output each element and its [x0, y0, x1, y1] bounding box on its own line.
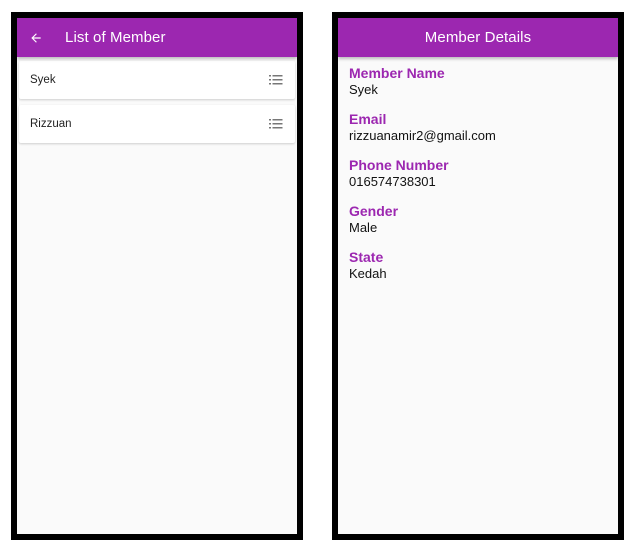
- field-label: Member Name: [349, 65, 445, 81]
- state-field: State Kedah: [349, 249, 607, 282]
- detail-screen: Member Details Member Name Syek Email ri…: [338, 18, 618, 534]
- field-label: Gender: [349, 203, 399, 219]
- detail-page-title: Member Details: [424, 29, 532, 46]
- field-value: 016574738301: [349, 174, 436, 189]
- gender-field: Gender Male: [349, 203, 607, 236]
- field-value: Male: [349, 220, 378, 235]
- field-label: Phone Number: [349, 157, 449, 173]
- member-name-label: Rizzuan: [30, 118, 72, 130]
- field-label: State: [349, 249, 384, 265]
- member-details: Member Name Syek Email rizzuanamir2@gmai…: [338, 57, 618, 303]
- email-field: Email rizzuanamir2@gmail.com: [349, 111, 607, 144]
- member-list-item[interactable]: Syek: [19, 61, 295, 99]
- detail-phone-frame: Member Details Member Name Syek Email ri…: [332, 12, 624, 540]
- phone-number-field: Phone Number 016574738301: [349, 157, 607, 190]
- member-name-field: Member Name Syek: [349, 65, 607, 98]
- member-list: Syek Rizzuan: [17, 57, 297, 143]
- back-button[interactable]: [17, 18, 55, 57]
- member-name-label: Syek: [30, 74, 56, 86]
- list-page-title: List of Member: [65, 29, 166, 46]
- list-app-bar: List of Member: [17, 18, 297, 57]
- field-label: Email: [349, 111, 387, 127]
- list-icon: [269, 118, 283, 130]
- list-screen: List of Member Syek Rizzuan: [17, 18, 297, 534]
- field-value: Syek: [349, 82, 378, 97]
- detail-app-bar: Member Details: [338, 18, 618, 57]
- arrow-back-icon: [31, 32, 41, 43]
- field-value: Kedah: [349, 266, 387, 281]
- field-value: rizzuanamir2@gmail.com: [349, 128, 496, 143]
- list-phone-frame: List of Member Syek Rizzuan: [11, 12, 303, 540]
- list-icon: [269, 74, 283, 86]
- member-list-item[interactable]: Rizzuan: [19, 105, 295, 143]
